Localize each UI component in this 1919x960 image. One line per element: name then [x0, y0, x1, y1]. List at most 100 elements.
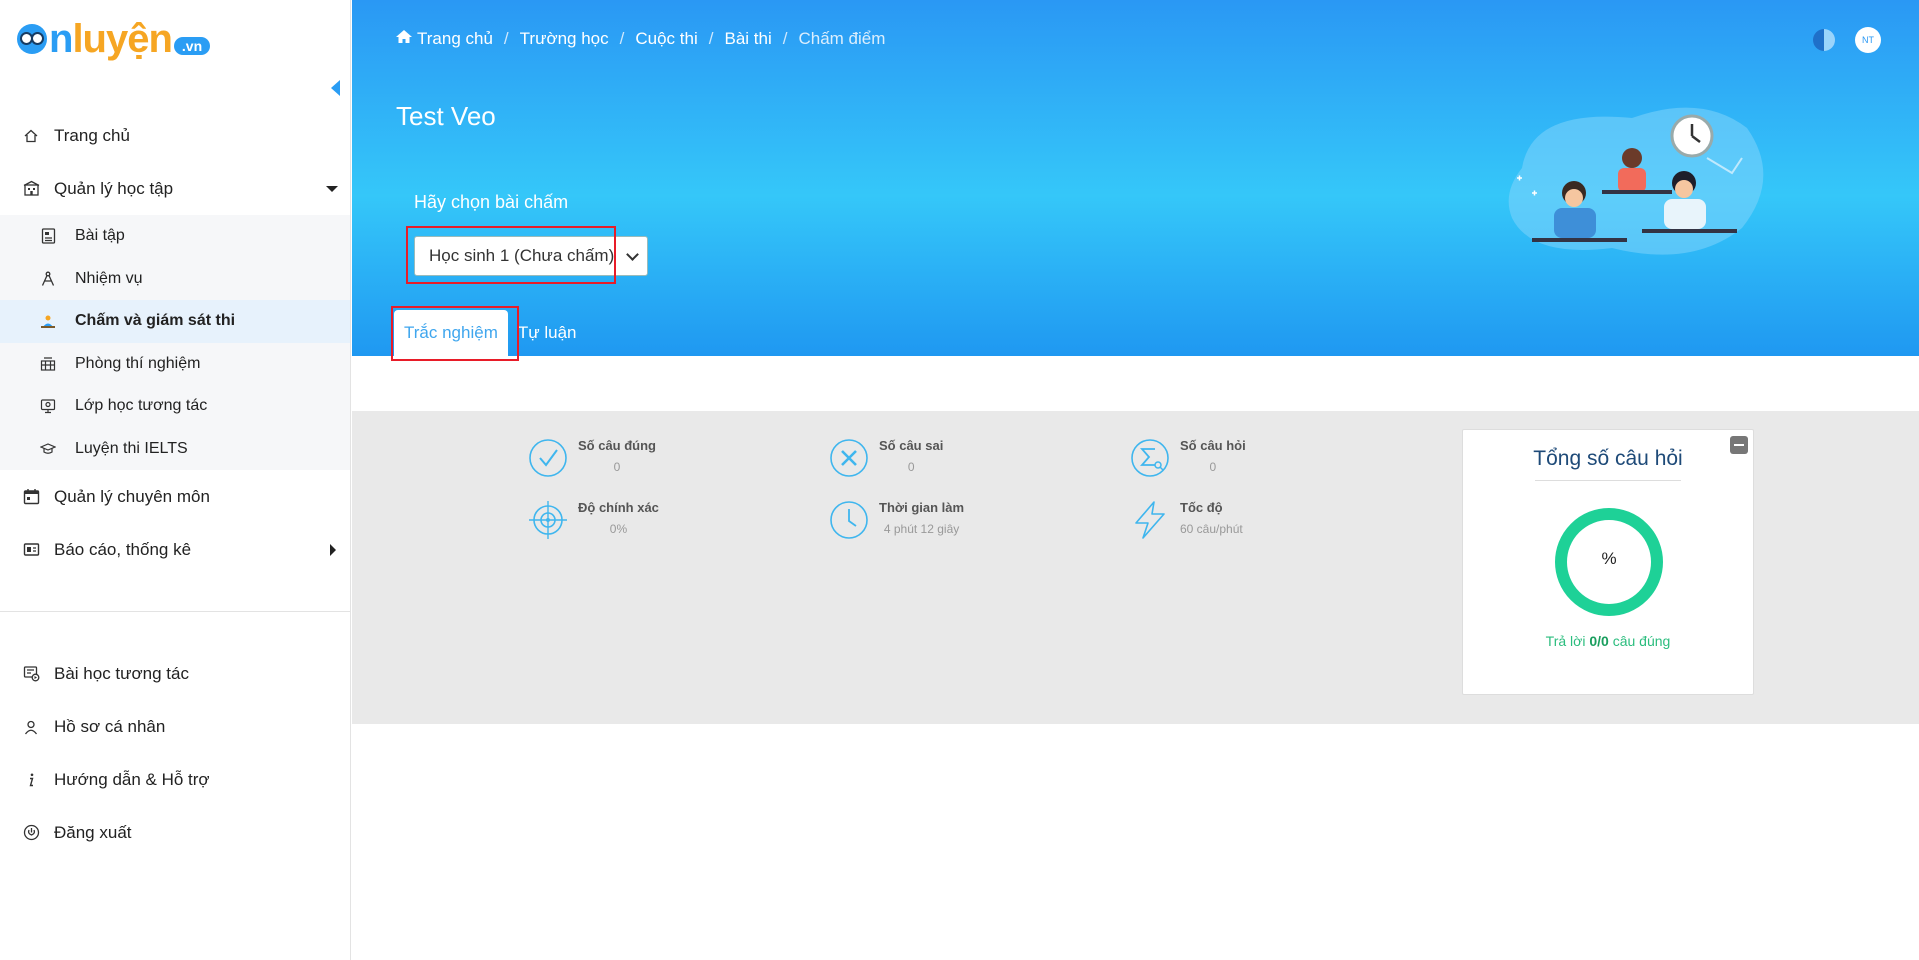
grading-icon	[40, 313, 56, 329]
info-icon	[22, 771, 40, 789]
sidebar-subitem-exercises[interactable]: Bài tập	[0, 215, 350, 258]
stat-label: Số câu hỏi	[1180, 438, 1246, 453]
lab-icon	[40, 356, 56, 372]
interactive-lesson-icon	[22, 665, 40, 683]
chevron-down-icon	[326, 186, 338, 192]
sidebar-divider	[0, 611, 351, 612]
stat-accuracy: Độ chính xác 0%	[528, 500, 659, 540]
chevron-down-icon	[626, 248, 639, 261]
sidebar-item-label: Hồ sơ cá nhân	[54, 716, 166, 736]
sidebar-item-home[interactable]: Trang chủ	[0, 109, 351, 162]
theme-toggle-icon[interactable]	[1813, 29, 1835, 51]
logo-text-blue: n	[49, 16, 73, 61]
sidebar-subitem-grading[interactable]: Chấm và giám sát thi	[0, 300, 350, 343]
sidebar-nav: Trang chủ Quản lý học tập	[0, 109, 351, 215]
breadcrumb-exam[interactable]: Bài thi	[724, 29, 771, 49]
sidebar-item-label: Bài học tương tác	[54, 663, 189, 683]
sidebar-item-label: Trang chủ	[54, 125, 130, 145]
school-icon	[22, 180, 40, 198]
sidebar-subitem-interactive-class[interactable]: Lớp học tương tác	[0, 385, 350, 428]
stat-questions: Số câu hỏi 0	[1130, 438, 1246, 478]
owl-logo-icon	[17, 24, 47, 54]
stat-value: 60 câu/phút	[1180, 522, 1243, 536]
sidebar-item-help[interactable]: Hướng dẫn & Hỗ trợ	[0, 753, 351, 806]
target-icon	[529, 501, 567, 539]
sidebar-item-label: Quản lý chuyên môn	[54, 486, 210, 506]
sidebar-item-professional-management[interactable]: Quản lý chuyên môn	[0, 470, 351, 523]
sigma-icon	[1131, 439, 1169, 477]
sidebar-subitem-label: Nhiệm vụ	[75, 269, 143, 287]
stat-correct: Số câu đúng 0	[528, 438, 656, 478]
stat-label: Độ chính xác	[578, 500, 659, 515]
lightning-icon	[1135, 501, 1165, 539]
breadcrumb-contest[interactable]: Cuộc thi	[635, 29, 697, 49]
home-icon	[22, 127, 40, 145]
breadcrumb: Trang chủ / Trường học / Cuộc thi / Bài …	[395, 29, 885, 49]
stat-label: Số câu sai	[879, 438, 944, 453]
sidebar-subitem-label: Chấm và giám sát thi	[75, 312, 236, 330]
stat-speed: Tốc độ 60 câu/phút	[1130, 500, 1243, 540]
stat-label: Số câu đúng	[578, 438, 656, 453]
stat-value: 0%	[609, 522, 628, 536]
students-illustration	[1508, 107, 1764, 255]
sidebar-item-label: Báo cáo, thống kê	[54, 539, 192, 559]
stat-value: 0	[613, 460, 621, 474]
answer-count: 0/0	[1589, 633, 1609, 649]
calendar-icon	[22, 488, 40, 506]
sidebar-subnav: Bài tập Nhiệm vụ Chấm và giám sát thi Ph…	[0, 215, 350, 470]
page-header: Trang chủ / Trường học / Cuộc thi / Bài …	[352, 0, 1919, 361]
home-icon	[395, 29, 413, 49]
question-summary-card: Tổng số câu hỏi % Trả lời 0/0 câu đúng	[1462, 429, 1754, 695]
breadcrumb-home[interactable]: Trang chủ	[417, 29, 493, 49]
header-actions: NT	[1813, 27, 1881, 53]
sidebar-subitem-label: Luyện thi IELTS	[75, 439, 188, 457]
sidebar-nav-lower: Quản lý chuyên môn Báo cáo, thống kê	[0, 470, 351, 576]
sidebar-item-logout[interactable]: Đăng xuất	[0, 806, 351, 859]
logo-domain-badge: .vn	[173, 37, 211, 55]
x-circle-icon	[830, 439, 868, 477]
breadcrumb-school[interactable]: Trường học	[520, 29, 609, 49]
sidebar-collapse-button[interactable]	[331, 80, 340, 96]
sidebar-subitem-ielts[interactable]: Luyện thi IELTS	[0, 428, 350, 471]
ielts-icon	[40, 441, 56, 457]
sidebar-subitem-label: Phòng thí nghiệm	[75, 354, 201, 372]
page-title: Test Veo	[396, 101, 496, 131]
clock-icon	[830, 501, 868, 539]
report-icon	[22, 541, 40, 559]
stat-label: Thời gian làm	[879, 500, 965, 515]
sidebar-subitem-lab[interactable]: Phòng thí nghiệm	[0, 343, 350, 386]
stat-value: 0	[1209, 460, 1217, 474]
card-title: Tổng số câu hỏi	[1533, 447, 1683, 470]
donut-percent-label: %	[1601, 549, 1617, 568]
highlight-frame-select	[406, 226, 616, 284]
sidebar-subitem-tasks[interactable]: Nhiệm vụ	[0, 258, 350, 301]
logo-text-orange: luyện	[72, 16, 172, 61]
highlight-frame-tab	[391, 306, 519, 361]
stat-wrong: Số câu sai 0	[829, 438, 943, 478]
sidebar-subitem-label: Lớp học tương tác	[75, 397, 208, 415]
sidebar-item-label: Quản lý học tập	[54, 178, 174, 198]
chevron-right-icon	[330, 544, 336, 556]
stat-value: 0	[907, 460, 915, 474]
card-divider	[1535, 480, 1681, 481]
power-icon	[22, 824, 40, 842]
sidebar-item-reports[interactable]: Báo cáo, thống kê	[0, 523, 351, 576]
stat-label: Tốc độ	[1180, 500, 1223, 515]
tab-essay[interactable]: Tự luận	[508, 310, 587, 356]
sidebar-item-interactive-lessons[interactable]: Bài học tương tác	[0, 647, 351, 700]
breadcrumb-grading: Chấm điểm	[798, 29, 886, 48]
sidebar-nav-bottom: Bài học tương tác Hồ sơ cá nhân Hướng dẫ…	[0, 647, 351, 859]
sidebar-item-study-management[interactable]: Quản lý học tập	[0, 162, 351, 215]
sidebar-item-profile[interactable]: Hồ sơ cá nhân	[0, 700, 351, 753]
avatar[interactable]: NT	[1855, 27, 1881, 53]
check-circle-icon	[529, 439, 567, 477]
stat-time: Thời gian làm 4 phút 12 giây	[829, 500, 964, 540]
onluyen-logo[interactable]: n luyện .vn	[17, 14, 211, 64]
answer-summary: Trả lời 0/0 câu đúng	[1545, 633, 1671, 649]
sidebar: n luyện .vn Trang chủ Quản lý học tập Bà…	[0, 0, 351, 960]
choose-submission-label: Hãy chọn bài chấm	[414, 192, 569, 212]
sidebar-subitem-label: Bài tập	[75, 227, 125, 245]
sidebar-item-label: Hướng dẫn & Hỗ trợ	[54, 769, 210, 789]
user-icon	[22, 718, 40, 736]
interactive-class-icon	[40, 398, 56, 414]
